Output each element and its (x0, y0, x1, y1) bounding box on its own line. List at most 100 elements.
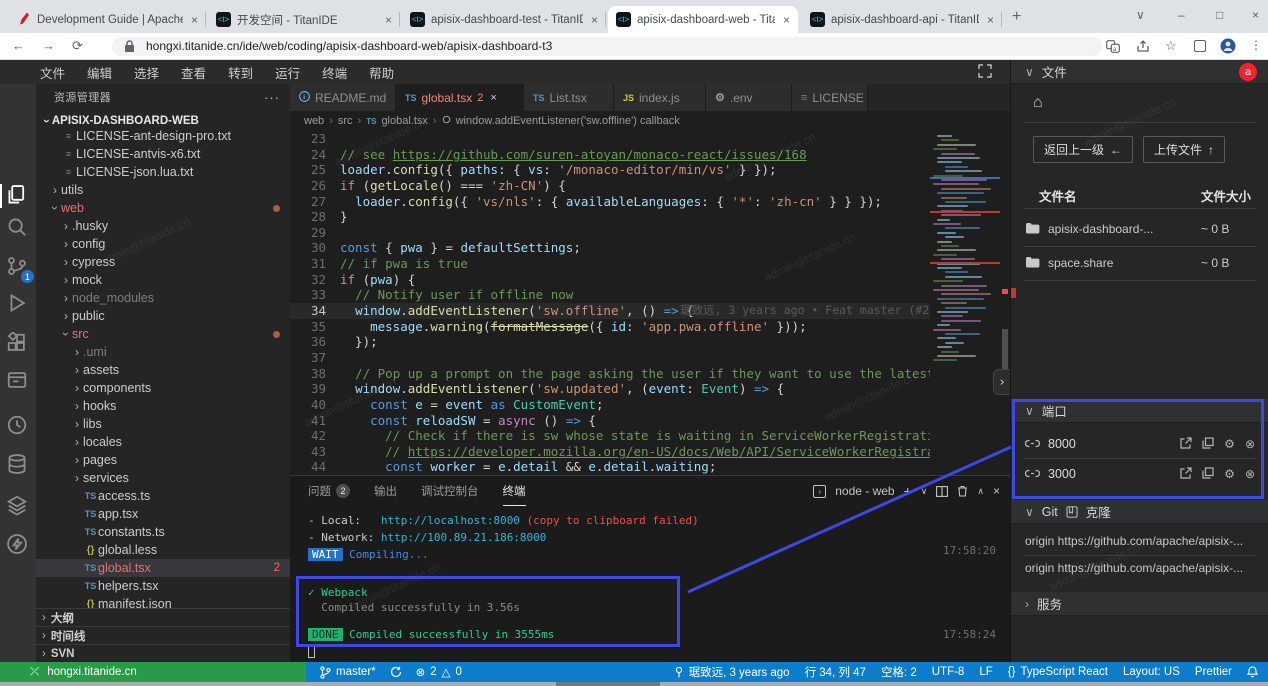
gear-icon[interactable]: ⚙ (1224, 467, 1235, 481)
tree-item-.husky[interactable]: ›.husky (36, 217, 290, 235)
panel-tab-输出[interactable]: 输出 (374, 476, 397, 506)
tree-item-assets[interactable]: ›assets (36, 361, 290, 379)
panel-tab-终端[interactable]: 终端 (503, 476, 526, 506)
bookmark-star-icon[interactable]: ☆ (1165, 38, 1177, 54)
extensions-icon[interactable] (6, 332, 30, 356)
menu-item-文件[interactable]: 文件 (40, 63, 65, 82)
tree-item-hooks[interactable]: ›hooks (36, 397, 290, 415)
open-external-icon[interactable] (1180, 437, 1192, 452)
port-row-8000[interactable]: 8000⚙⊗ (1025, 432, 1255, 456)
tree-item-config[interactable]: ›config (36, 235, 290, 253)
back-parent-button[interactable]: 返回上一级← (1033, 136, 1133, 163)
lightning-icon[interactable] (6, 533, 30, 557)
breadcrumb-item[interactable]: global.tsx (381, 115, 427, 127)
git-section-header[interactable]: ∨ Git 克隆 (1011, 500, 1268, 524)
tree-item-app.tsx[interactable]: TSapp.tsx (36, 505, 290, 523)
sync-icon[interactable] (390, 666, 402, 678)
forward-icon[interactable]: → (42, 38, 55, 53)
tree-item-LICENSE-json.lua.txt[interactable]: ≡LICENSE-json.lua.txt (36, 163, 290, 181)
home-icon[interactable]: ⌂ (1033, 94, 1043, 112)
eol-setting[interactable]: LF (979, 666, 992, 678)
translate-icon[interactable]: a (1106, 40, 1120, 53)
tree-item-access.ts[interactable]: TSaccess.ts (36, 487, 290, 505)
layers-icon[interactable] (6, 494, 30, 518)
tab-close-icon[interactable]: × (490, 92, 496, 104)
browser-tab[interactable]: <t>apisix-dashboard-test - TitanID× (402, 6, 606, 33)
tree-item-libs[interactable]: ›libs (36, 415, 290, 433)
panel-expand-handle[interactable]: › (993, 369, 1010, 395)
close-port-icon[interactable]: ⊗ (1245, 437, 1255, 451)
sidebar-section-大纲[interactable]: ›大纲 (36, 608, 290, 626)
tree-item-utils[interactable]: ›utils (36, 181, 290, 199)
source-control-icon[interactable]: 1 (6, 255, 30, 279)
copy-icon[interactable] (1202, 437, 1214, 452)
close-port-icon[interactable]: ⊗ (1245, 467, 1255, 481)
menu-item-终端[interactable]: 终端 (322, 63, 347, 82)
profile-avatar[interactable] (1220, 38, 1236, 54)
menu-item-转到[interactable]: 转到 (228, 63, 253, 82)
tree-item-public[interactable]: ›public (36, 307, 290, 325)
tree-item-locales[interactable]: ›locales (36, 433, 290, 451)
run-debug-icon[interactable] (6, 292, 30, 316)
layout-setting[interactable]: Layout: US (1123, 666, 1180, 678)
explorer-actions-icon[interactable]: ··· (264, 90, 280, 105)
tree-item-web[interactable]: ›web (36, 199, 290, 217)
kill-terminal-icon[interactable] (957, 485, 968, 497)
remote-indicator[interactable]: ⤫ hongxi.titanide.cn (0, 662, 306, 682)
sidebar-section-时间线[interactable]: ›时间线 (36, 626, 290, 644)
tree-item-global.less[interactable]: {}global.less (36, 541, 290, 559)
tree-item-helpers.tsx[interactable]: TShelpers.tsx (36, 577, 290, 595)
share-icon[interactable] (1136, 40, 1150, 53)
breadcrumb-item[interactable]: src (338, 115, 353, 127)
split-terminal-icon[interactable] (936, 486, 948, 497)
browser-tab[interactable]: <t>apisix-dashboard-api - TitanID× (802, 6, 1002, 33)
preview-icon[interactable] (6, 369, 30, 393)
back-icon[interactable]: ← (12, 38, 25, 53)
new-terminal-icon[interactable]: + (904, 483, 912, 499)
editor-tab-global.tsx[interactable]: TSglobal.tsx2× (396, 84, 524, 111)
terminal-process-label[interactable]: node - web (835, 484, 894, 498)
minimap[interactable] (930, 131, 1000, 475)
scrollbar-thumb[interactable] (1002, 329, 1008, 371)
menu-item-查看[interactable]: 查看 (181, 63, 206, 82)
window-close-icon[interactable]: × (1252, 8, 1259, 22)
sidepanel-icon[interactable] (1194, 40, 1206, 52)
tree-item-.umi[interactable]: ›.umi (36, 343, 290, 361)
breadcrumb[interactable]: web›src›TSglobal.tsx›window.addEventList… (290, 111, 1010, 131)
remote-file-row[interactable]: apisix-dashboard-...~ 0 B (1025, 216, 1255, 242)
git-remote-row[interactable]: origin https://github.com/apache/apisix-… (1025, 534, 1257, 548)
sidebar-section-SVN[interactable]: ›SVN (36, 644, 290, 662)
tab-close-icon[interactable]: × (781, 13, 790, 27)
window-minimize-icon[interactable]: – (1178, 8, 1185, 22)
tree-item-components[interactable]: ›components (36, 379, 290, 397)
tab-close-icon[interactable]: × (985, 13, 994, 27)
tree-item-pages[interactable]: ›pages (36, 451, 290, 469)
tab-close-icon[interactable]: × (383, 13, 392, 27)
tab-close-icon[interactable]: × (189, 13, 198, 27)
panel-tab-问题[interactable]: 问题2 (308, 476, 350, 506)
menu-item-运行[interactable]: 运行 (275, 63, 300, 82)
tree-item-src[interactable]: ›src (36, 325, 290, 343)
tab-close-icon[interactable]: × (589, 13, 598, 27)
formatter-setting[interactable]: Prettier (1195, 666, 1232, 678)
encoding-setting[interactable]: UTF-8 (932, 666, 965, 678)
reload-icon[interactable]: ⟳ (72, 38, 83, 54)
copy-icon[interactable] (1202, 467, 1214, 482)
cursor-position[interactable]: 行 34, 列 47 (805, 664, 866, 680)
port-row-3000[interactable]: 3000⚙⊗ (1025, 462, 1255, 486)
menu-item-编辑[interactable]: 编辑 (87, 63, 112, 82)
terminal-dropdown-icon[interactable]: ∨ (921, 486, 928, 497)
ports-section-header[interactable]: ∨ 端口 (1011, 399, 1268, 423)
browser-menu-icon[interactable]: ⋮ (1250, 38, 1262, 52)
blame-status[interactable]: 琚致远, 3 years ago (674, 664, 790, 680)
language-mode[interactable]: {} TypeScript React (1008, 666, 1108, 678)
editor-tab-LICENSE[interactable]: ≡LICENSE (792, 84, 868, 111)
editor-scrollbar[interactable] (1000, 131, 1010, 475)
tree-item-LICENSE-antvis-x6.txt[interactable]: ≡LICENSE-antvis-x6.txt (36, 145, 290, 163)
search-icon[interactable] (6, 216, 30, 240)
editor-tab-List.tsx[interactable]: TSList.tsx (524, 84, 614, 111)
git-clone-button[interactable]: 克隆 (1086, 502, 1111, 521)
files-section-header[interactable]: ∨ 文件 a (1011, 60, 1268, 84)
close-panel-icon[interactable]: × (993, 484, 1000, 498)
fullscreen-icon[interactable] (978, 64, 992, 78)
